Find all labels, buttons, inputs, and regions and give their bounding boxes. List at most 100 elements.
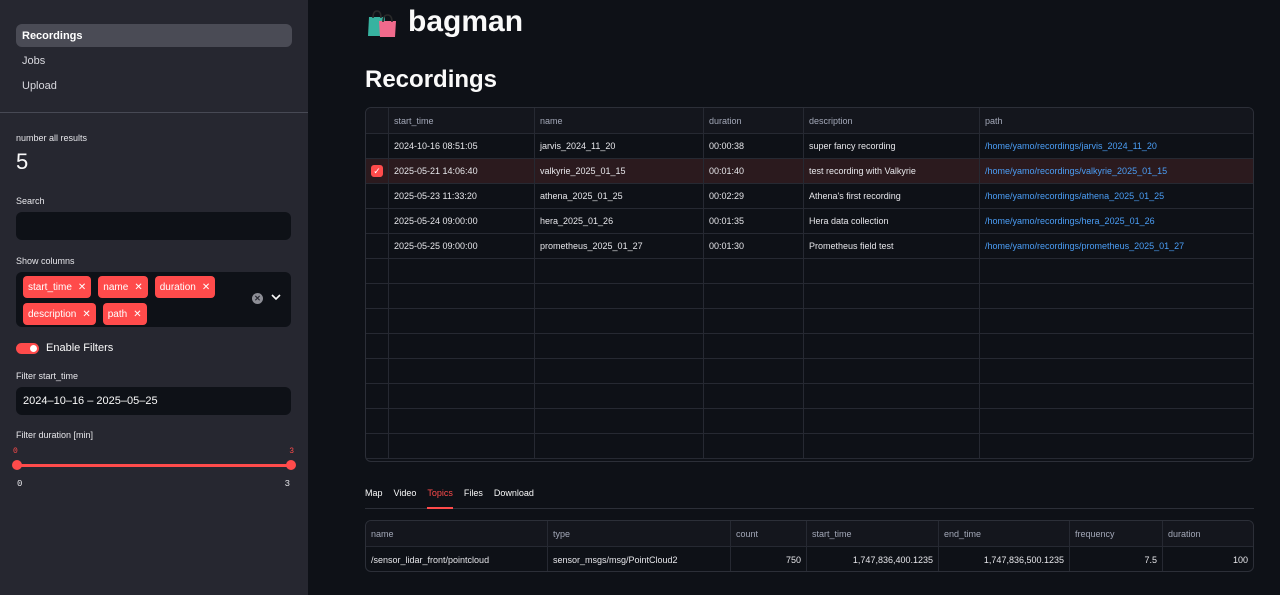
row-select-cell[interactable]: ✓: [366, 159, 389, 183]
detail-tabs: Map Video Topics Files Download: [365, 486, 1254, 509]
tab-files[interactable]: Files: [464, 486, 483, 509]
start-time-cell: [389, 384, 535, 408]
search-input[interactable]: [16, 212, 291, 240]
toggle-switch[interactable]: [16, 342, 39, 354]
empty-row: [366, 334, 1253, 359]
columns-section: Show columns start_time ✕ name ✕ duration ✕…: [16, 256, 291, 327]
chevron-down-icon[interactable]: [271, 292, 281, 304]
date-range-input[interactable]: 2024–10–16 – 2025–05–25: [16, 387, 291, 415]
empty-row: [366, 359, 1253, 384]
topic-name-cell: /sensor_lidar_front/pointcloud: [366, 547, 548, 571]
row-select-cell[interactable]: [366, 134, 389, 158]
recordings-table: start_time name duration description pat…: [365, 107, 1254, 462]
start-time-cell: [389, 284, 535, 308]
path-cell: [980, 284, 1253, 308]
enable-filters-toggle[interactable]: Enable Filters: [16, 342, 291, 354]
tab-topics[interactable]: Topics: [427, 486, 453, 509]
table-row[interactable]: 2025-05-24 09:00:00 hera_2025_01_26 00:01:…: [366, 209, 1253, 234]
search-label: Search: [16, 196, 45, 206]
path-cell[interactable]: /home/yamo/recordings/prometheus_2025_01…: [980, 234, 1253, 258]
row-select-cell[interactable]: [366, 209, 389, 233]
topic-type-cell: sensor_msgs/msg/PointCloud2: [548, 547, 731, 571]
column-header[interactable]: count: [731, 521, 807, 546]
path-cell: [980, 359, 1253, 383]
remove-chip-icon[interactable]: ✕: [134, 282, 142, 293]
path-cell[interactable]: /home/yamo/recordings/jarvis_2024_11_20: [980, 134, 1253, 158]
remove-chip-icon[interactable]: ✕: [82, 309, 90, 320]
column-header[interactable]: start_time: [807, 521, 939, 546]
slider-max-tick: 3: [284, 479, 290, 489]
slider-low-value: 0: [13, 447, 18, 456]
row-select-cell[interactable]: [366, 234, 389, 258]
nav-item-upload[interactable]: Upload: [16, 74, 292, 97]
remove-chip-icon[interactable]: ✕: [78, 282, 86, 293]
name-cell: [535, 334, 704, 358]
chip-description: description ✕: [23, 303, 96, 325]
main-content: bagman Recordings start_time name durati…: [308, 0, 1280, 595]
column-header[interactable]: name: [366, 521, 548, 546]
row-select-cell: [366, 434, 389, 458]
table-row[interactable]: /sensor_lidar_front/pointcloud sensor_ms…: [366, 547, 1253, 571]
remove-chip-icon[interactable]: ✕: [133, 309, 141, 320]
tab-map[interactable]: Map: [365, 486, 383, 509]
sidebar: Recordings Jobs Upload number all result…: [0, 0, 308, 595]
table-row[interactable]: ✓ 2025-05-21 14:06:40 valkyrie_2025_01_15 0…: [366, 159, 1253, 184]
start-time-cell: 2025-05-25 09:00:00: [389, 234, 535, 258]
topic-frequency-cell: 7.5: [1070, 547, 1163, 571]
start-time-cell: [389, 359, 535, 383]
column-header[interactable]: name: [535, 108, 704, 133]
column-header[interactable]: type: [548, 521, 731, 546]
path-cell[interactable]: /home/yamo/recordings/hera_2025_01_26: [980, 209, 1253, 233]
column-header[interactable]: end_time: [939, 521, 1070, 546]
table-row[interactable]: 2024-10-16 08:51:05 jarvis_2024_11_20 00:0…: [366, 134, 1253, 159]
column-header[interactable]: start_time: [389, 108, 535, 133]
row-select-cell: [366, 284, 389, 308]
nav-item-jobs[interactable]: Jobs: [16, 49, 292, 72]
clear-all-icon[interactable]: ✕: [252, 292, 263, 304]
duration-cell: [704, 384, 804, 408]
column-header[interactable]: duration: [1163, 521, 1253, 546]
name-cell: valkyrie_2025_01_15: [535, 159, 704, 183]
table-row[interactable]: 2025-05-23 11:33:20 athena_2025_01_25 00:0…: [366, 184, 1253, 209]
duration-slider[interactable]: 0 3 0 3: [12, 444, 296, 489]
duration-cell: 00:01:35: [704, 209, 804, 233]
filter-start-section: Filter start_time 2024–10–16 – 2025–05–2…: [16, 371, 291, 415]
results-metric: number all results 5: [16, 133, 291, 175]
page-title: Recordings: [365, 66, 498, 93]
slider-min-tick: 0: [17, 479, 23, 489]
select-column-header: [366, 108, 389, 133]
description-cell: [804, 434, 980, 458]
name-cell: hera_2025_01_26: [535, 209, 704, 233]
slider-track[interactable]: [16, 464, 291, 467]
column-header[interactable]: duration: [704, 108, 804, 133]
columns-multiselect[interactable]: start_time ✕ name ✕ duration ✕ description ✕…: [16, 272, 291, 327]
row-select-cell[interactable]: [366, 184, 389, 208]
tab-video[interactable]: Video: [394, 486, 417, 509]
description-cell: super fancy recording: [804, 134, 980, 158]
path-cell[interactable]: /home/yamo/recordings/valkyrie_2025_01_1…: [980, 159, 1253, 183]
column-header[interactable]: path: [980, 108, 1253, 133]
nav-item-recordings[interactable]: Recordings: [16, 24, 292, 47]
slider-low-thumb[interactable]: [12, 460, 22, 470]
topics-table: name type count start_time end_time freq…: [365, 520, 1254, 572]
topic-count-cell: 750: [731, 547, 807, 571]
topic-duration-cell: 100: [1232, 554, 1248, 565]
sidebar-divider: [0, 112, 308, 113]
tab-download[interactable]: Download: [494, 486, 534, 509]
column-header[interactable]: description: [804, 108, 980, 133]
table-row[interactable]: 2025-05-25 09:00:00 prometheus_2025_01_27…: [366, 234, 1253, 259]
checkmark-icon[interactable]: ✓: [371, 165, 383, 177]
description-cell: [804, 284, 980, 308]
slider-high-thumb[interactable]: [286, 460, 296, 470]
duration-cell: 00:00:38: [704, 134, 804, 158]
toggle-knob: [30, 344, 37, 352]
brand-title: bagman: [408, 5, 524, 38]
remove-chip-icon[interactable]: ✕: [202, 282, 210, 293]
chip-label: path: [107, 308, 128, 320]
empty-row: [366, 384, 1253, 409]
description-cell: test recording with Valkyrie: [804, 159, 980, 183]
path-cell[interactable]: /home/yamo/recordings/athena_2025_01_25: [980, 184, 1253, 208]
column-header[interactable]: frequency: [1070, 521, 1163, 546]
description-cell: [804, 334, 980, 358]
duration-cell: 00:02:29: [704, 184, 804, 208]
